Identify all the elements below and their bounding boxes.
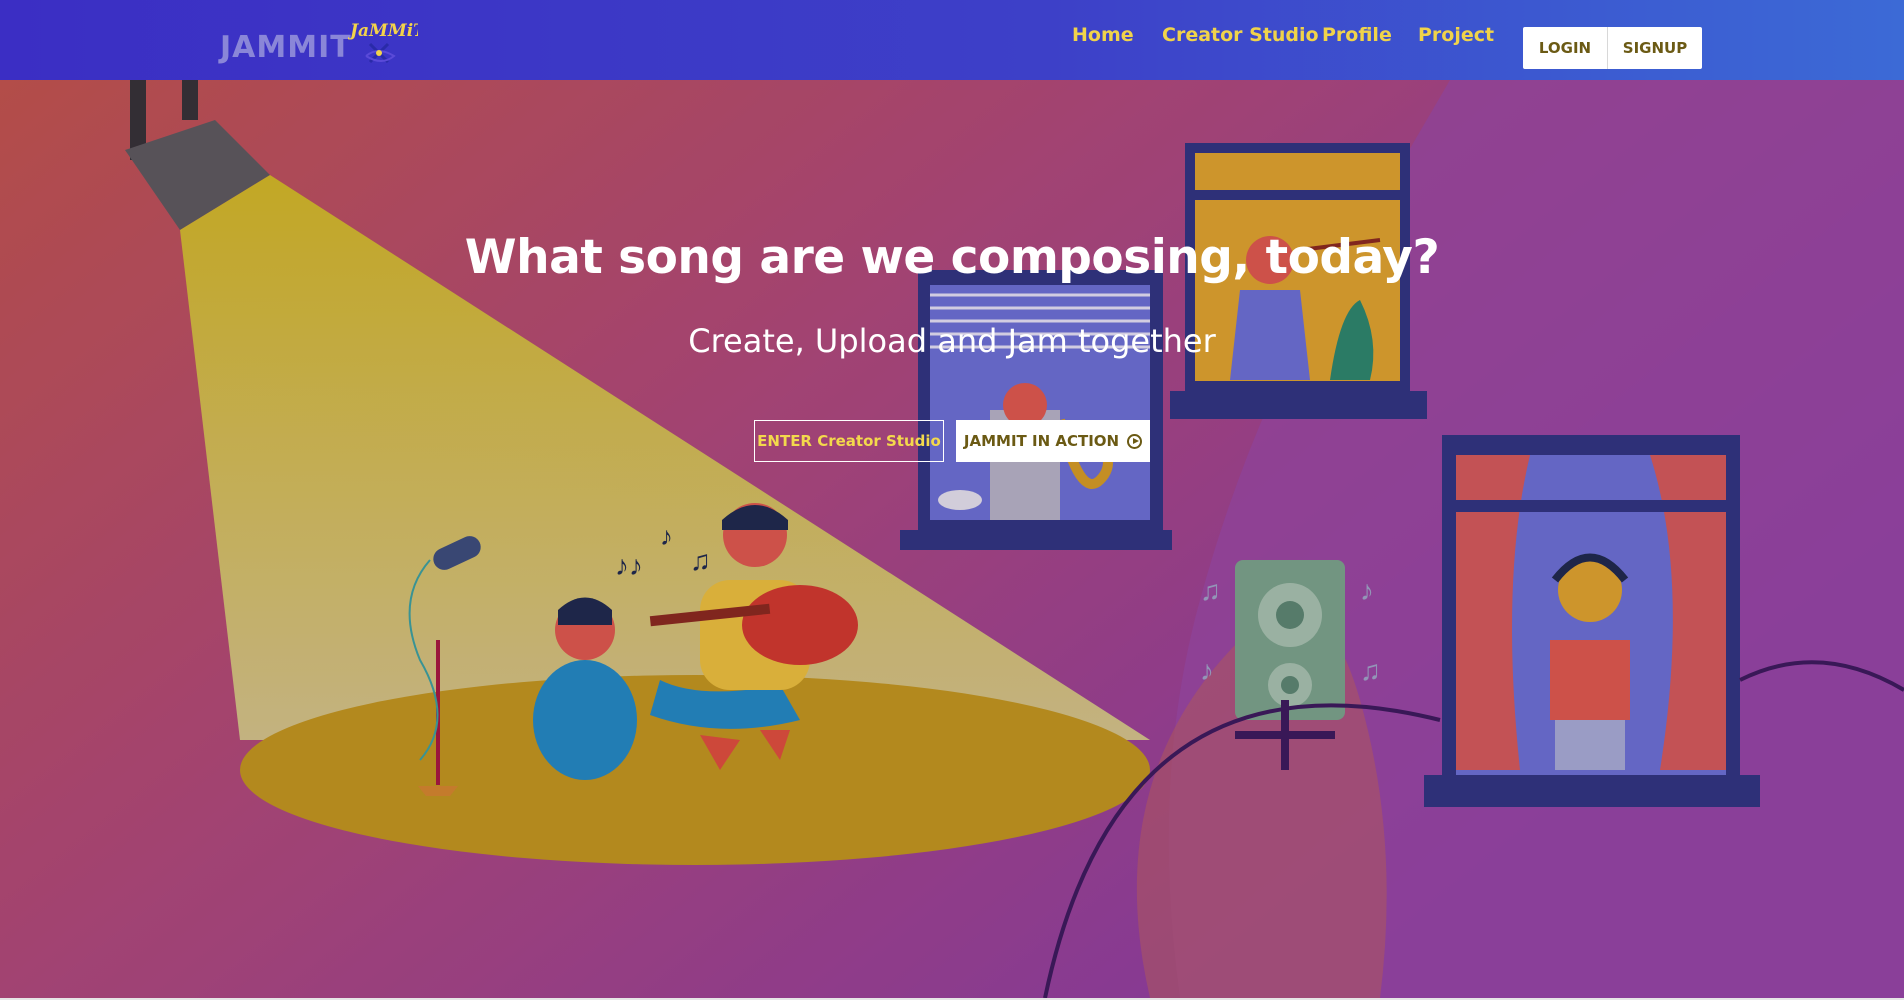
- nav-project[interactable]: Project: [1418, 24, 1494, 46]
- hero-illustration: ♪♪ ♪ ♫ ♫ ♪ ♪ ♫: [0, 80, 1904, 998]
- nav-profile[interactable]: Profile: [1322, 24, 1392, 46]
- nav-home[interactable]: Home: [1072, 24, 1134, 46]
- auth-button-group: LOGIN SIGNUP: [1523, 27, 1702, 69]
- brand-name[interactable]: JAMMIT: [220, 30, 352, 65]
- brand-logo[interactable]: JaMMiT: [348, 16, 418, 70]
- play-circle-icon: [1127, 433, 1143, 449]
- enter-creator-studio-button[interactable]: ENTER Creator Studio: [754, 420, 944, 462]
- nav-creator-studio[interactable]: Creator Studio: [1162, 24, 1319, 46]
- hero-subtitle: Create, Upload and Jam together: [688, 322, 1216, 360]
- hero-title: What song are we composing, today?: [464, 230, 1440, 285]
- svg-text:JaMMiT: JaMMiT: [348, 21, 418, 41]
- login-button[interactable]: LOGIN: [1523, 27, 1608, 69]
- hero-section: ♪♪ ♪ ♫ ♫ ♪ ♪ ♫ What song are we composin…: [0, 80, 1904, 998]
- signup-button[interactable]: SIGNUP: [1608, 27, 1702, 69]
- jammit-in-action-label: JAMMIT IN ACTION: [963, 432, 1120, 450]
- top-navbar: JAMMIT JaMMiT Home Creator Studio Profil…: [0, 0, 1904, 80]
- jammit-in-action-button[interactable]: JAMMIT IN ACTION: [956, 420, 1150, 462]
